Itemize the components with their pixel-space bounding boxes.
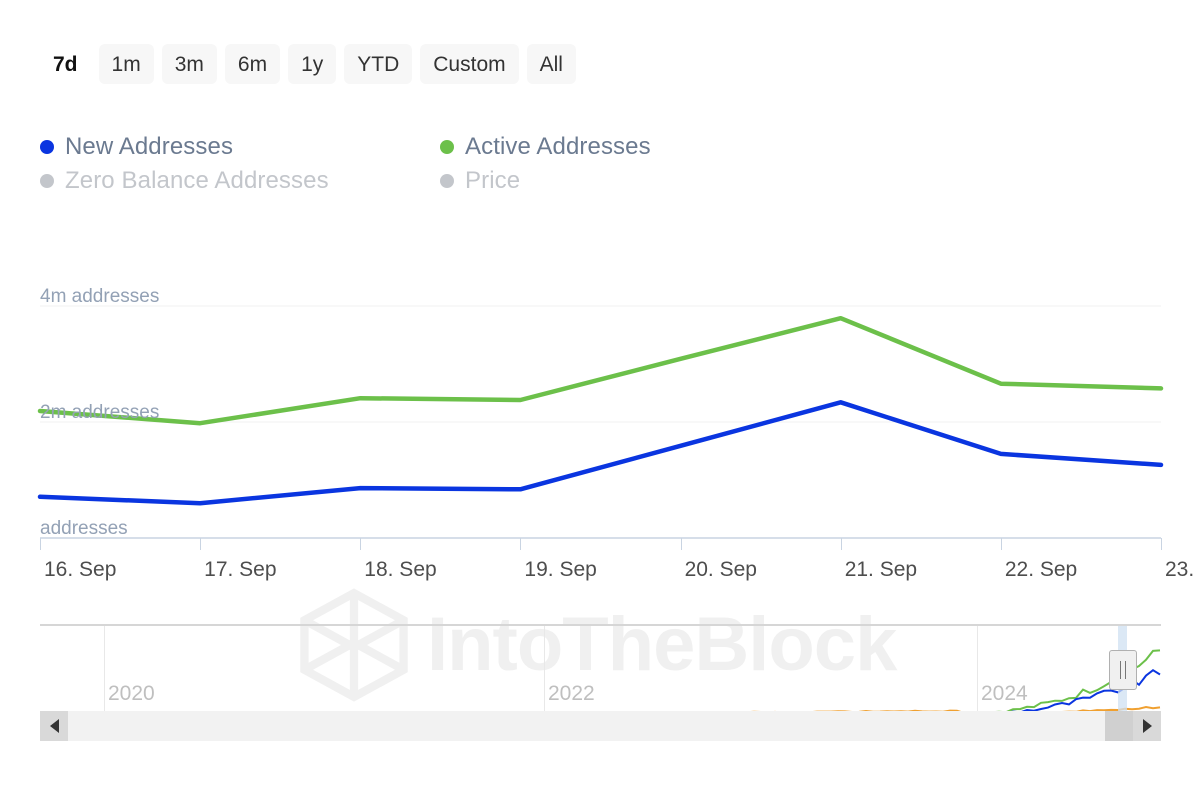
legend-color-dot-icon bbox=[40, 140, 54, 154]
legend-color-dot-icon bbox=[40, 174, 54, 188]
legend-label: Price bbox=[465, 167, 521, 194]
x-axis-label: 21. Sep bbox=[844, 558, 918, 581]
range-button-1y[interactable]: 1y bbox=[288, 44, 337, 84]
x-axis-label: 22. Sep bbox=[1004, 558, 1078, 581]
range-button-custom[interactable]: Custom bbox=[420, 44, 519, 84]
legend-label: Active Addresses bbox=[465, 133, 651, 160]
y-axis-label: addresses bbox=[40, 518, 128, 539]
legend-label: New Addresses bbox=[65, 133, 234, 160]
horizontal-scrollbar[interactable] bbox=[40, 711, 1161, 741]
range-button-all[interactable]: All bbox=[526, 44, 576, 84]
scroll-left-button[interactable] bbox=[40, 711, 68, 741]
legend-item-zero-balance-addresses[interactable]: Zero Balance Addresses bbox=[40, 167, 440, 195]
scroll-right-button[interactable] bbox=[1133, 711, 1161, 741]
chart-plot bbox=[37, 305, 1164, 550]
legend-row: Zero Balance Addresses Price bbox=[40, 164, 800, 198]
x-axis-label: 16. Sep bbox=[44, 558, 117, 581]
navigator-sparkline bbox=[40, 649, 1161, 717]
x-axis-label: 20. Sep bbox=[684, 558, 757, 581]
chart-page: 7d 1m 3m 6m 1y YTD Custom All New Addresses Acti… bbox=[0, 0, 1200, 800]
range-button-3m[interactable]: 3m bbox=[161, 44, 217, 84]
chevron-left-icon bbox=[49, 719, 59, 733]
main-chart: IntoTheBlock 4m addresses 2m addresses add… bbox=[0, 230, 1200, 702]
scrollbar-track[interactable] bbox=[68, 711, 1133, 741]
range-button-ytd[interactable]: YTD bbox=[344, 44, 413, 84]
legend-color-dot-icon bbox=[440, 174, 454, 188]
series-line-new-addresses bbox=[37, 400, 1164, 506]
range-button-7d[interactable]: 7d bbox=[40, 44, 91, 84]
navigator-right-handle[interactable] bbox=[1109, 650, 1137, 690]
range-button-1m[interactable]: 1m bbox=[98, 44, 154, 84]
legend-item-new-addresses[interactable]: New Addresses bbox=[40, 133, 440, 161]
y-axis-label: 2m addresses bbox=[40, 402, 160, 423]
x-axis-label: 19. Sep bbox=[524, 558, 597, 581]
legend-item-price[interactable]: Price bbox=[440, 167, 520, 195]
range-selector: 7d 1m 3m 6m 1y YTD Custom All bbox=[40, 44, 576, 84]
legend-row: New Addresses Active Addresses bbox=[40, 130, 800, 164]
range-button-6m[interactable]: 6m bbox=[224, 44, 281, 84]
y-axis-label: 4m addresses bbox=[40, 286, 160, 307]
legend-label: Zero Balance Addresses bbox=[65, 167, 329, 194]
chart-legend: New Addresses Active Addresses Zero Balanc… bbox=[40, 130, 800, 198]
x-axis-label: 18. Sep bbox=[364, 558, 437, 581]
series-line-active-addresses bbox=[37, 315, 1164, 426]
scrollbar-thumb[interactable] bbox=[1105, 711, 1133, 741]
x-axis-label: 23. Sep bbox=[1165, 558, 1200, 581]
chevron-right-icon bbox=[1142, 719, 1152, 733]
legend-color-dot-icon bbox=[440, 140, 454, 154]
chart-navigator[interactable]: 2020 2022 2024 bbox=[40, 624, 1161, 718]
legend-item-active-addresses[interactable]: Active Addresses bbox=[440, 133, 651, 161]
x-axis-label: 17. Sep bbox=[204, 558, 277, 581]
